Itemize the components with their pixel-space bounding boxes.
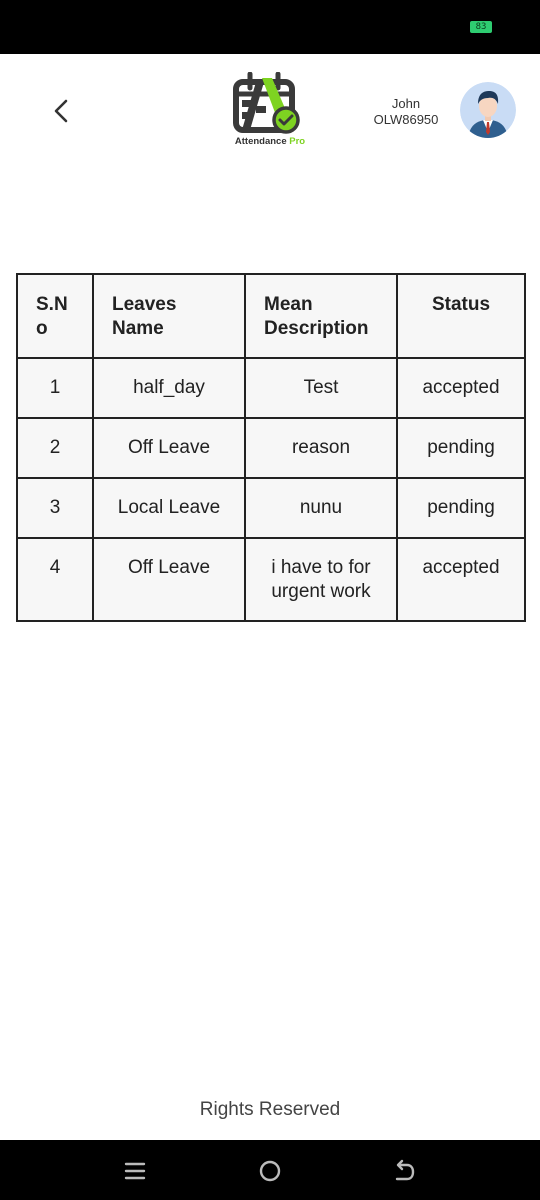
column-header-status: Status [396,273,526,359]
cell-sno: 4 [16,537,94,622]
chevron-left-icon [54,99,68,123]
table-row: 2 Off Leave reason pending [16,417,526,479]
cell-description: reason [244,417,398,479]
cell-sno: 1 [16,357,94,419]
logo-text-accent: Pro [289,136,306,147]
calendar-check-icon [233,72,300,134]
table-row: 4 Off Leave i have to for urgent work ac… [16,537,526,622]
cell-status: pending [396,477,526,539]
cell-description: nunu [244,477,398,539]
cell-status: accepted [396,357,526,419]
column-header-leaves-name-label: Leaves Name [112,294,177,339]
cell-status: accepted [396,537,526,622]
system-nav-bar [0,1140,540,1200]
user-name: John [391,96,421,111]
cell-sno: 3 [16,477,94,539]
cell-leave-name: half_day [92,357,246,419]
cell-status: pending [396,417,526,479]
leaves-table-container: S.N o Leaves Name Mean Description Statu… [16,273,526,622]
column-header-description: Mean Description [244,273,398,359]
avatar[interactable] [460,82,516,138]
status-bar: 83 [0,0,540,54]
cell-leave-name: Local Leave [92,477,246,539]
back-arrow-icon [395,1159,415,1181]
table-header-row: S.N o Leaves Name Mean Description Statu… [16,273,526,359]
home-button[interactable] [253,1154,287,1188]
column-header-status-label: Status [431,294,491,315]
logo-text-main: Attendance [234,136,290,147]
table-row: 1 half_day Test accepted [16,357,526,419]
menu-icon [124,1162,146,1180]
user-id: OLW86950 [373,112,439,127]
battery-icon: 83 [470,21,492,33]
leaves-table: S.N o Leaves Name Mean Description Statu… [16,273,526,622]
app-logo-text: Attendance Pro [228,136,312,147]
user-avatar-icon [460,82,516,138]
column-header-leaves-name: Leaves Name [92,273,246,359]
recent-apps-button[interactable] [118,1154,152,1188]
column-header-sno-label: S.N o [36,294,68,339]
back-button[interactable] [44,94,78,128]
app-header: Attendance Pro John OLW86950 [0,54,540,164]
table-row: 3 Local Leave nunu pending [16,477,526,539]
cell-leave-name: Off Leave [92,537,246,622]
cell-description: i have to for urgent work [244,537,398,622]
app-logo: Attendance Pro [228,72,312,152]
system-back-button[interactable] [388,1154,422,1188]
home-circle-icon [259,1160,281,1182]
column-header-sno: S.N o [16,273,94,359]
cell-sno: 2 [16,417,94,479]
footer-rights-text: Rights Reserved [199,1099,341,1120]
user-info: John OLW86950 [356,96,456,128]
cell-leave-name: Off Leave [92,417,246,479]
cell-description: Test [244,357,398,419]
column-header-description-label: Mean Description [264,294,369,339]
